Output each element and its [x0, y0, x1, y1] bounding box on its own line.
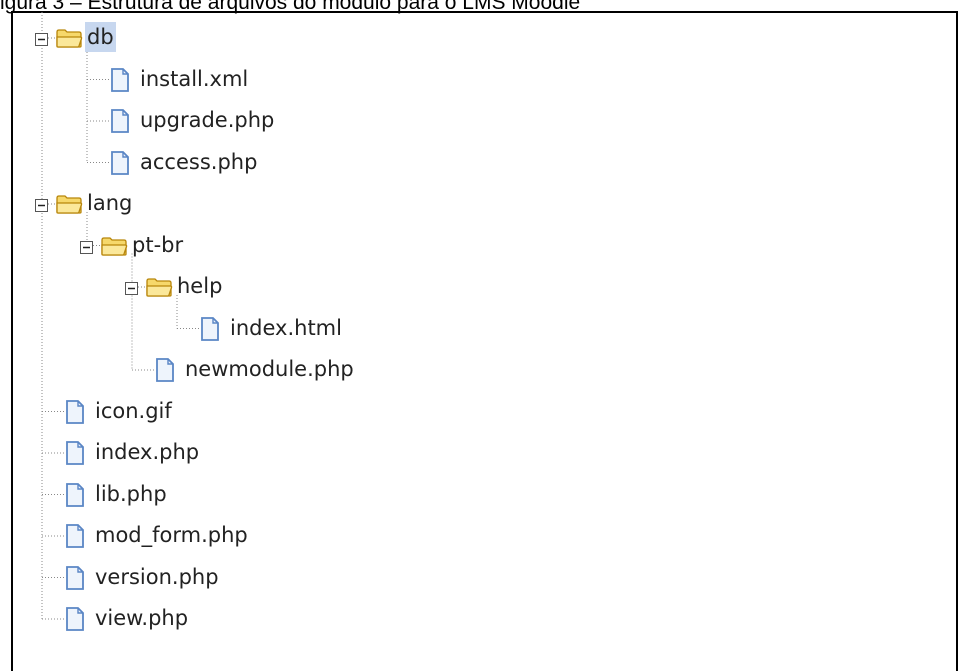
file-label: install.xml	[140, 66, 249, 91]
tree-folder-row[interactable]: help	[0, 269, 959, 305]
tree-folder-row[interactable]: pt-br	[0, 228, 959, 264]
tree-file-row[interactable]: view.php	[0, 601, 959, 637]
folder-label: db	[85, 22, 116, 52]
file-icon	[64, 523, 86, 553]
folder-open-icon	[55, 193, 83, 219]
tree-file-row[interactable]: access.php	[0, 145, 959, 181]
file-label: access.php	[140, 149, 258, 174]
collapse-toggle-icon[interactable]	[80, 239, 93, 258]
file-icon	[109, 108, 131, 138]
tree-file-row[interactable]: install.xml	[0, 62, 959, 98]
file-label: icon.gif	[95, 398, 172, 423]
file-icon	[199, 316, 221, 346]
folder-open-icon	[100, 235, 128, 261]
file-icon	[64, 399, 86, 429]
tree-file-row[interactable]: index.html	[0, 311, 959, 347]
file-label: newmodule.php	[185, 357, 354, 381]
folder-label: help	[177, 274, 223, 298]
file-icon	[64, 482, 86, 512]
file-label: index.html	[230, 315, 342, 340]
file-tree: db install.xml upgrade.php access.php la…	[0, 0, 959, 651]
file-label: lib.php	[95, 481, 167, 506]
file-icon	[64, 565, 86, 595]
file-label: index.php	[95, 440, 200, 464]
tree-file-row[interactable]: newmodule.php	[0, 352, 959, 388]
file-icon	[64, 606, 86, 636]
file-label: upgrade.php	[140, 108, 275, 132]
tree-folder-row[interactable]: db	[0, 20, 959, 56]
file-icon	[64, 440, 86, 470]
tree-file-row[interactable]: mod_form.php	[0, 518, 959, 554]
file-icon	[109, 67, 131, 97]
folder-open-icon	[55, 27, 83, 53]
tree-file-row[interactable]: version.php	[0, 560, 959, 596]
tree-folder-row[interactable]: lang	[0, 186, 959, 222]
collapse-toggle-icon[interactable]	[125, 280, 138, 299]
collapse-toggle-icon[interactable]	[35, 31, 48, 50]
file-label: mod_form.php	[95, 523, 248, 547]
collapse-toggle-icon[interactable]	[35, 197, 48, 216]
file-label: version.php	[95, 564, 219, 589]
folder-label: lang	[87, 191, 133, 215]
tree-file-row[interactable]: icon.gif	[0, 394, 959, 430]
file-icon	[154, 357, 176, 387]
folder-label: pt-br	[132, 232, 184, 257]
file-icon	[109, 150, 131, 180]
tree-file-row[interactable]: upgrade.php	[0, 103, 959, 139]
file-label: view.php	[95, 606, 189, 630]
tree-file-row[interactable]: index.php	[0, 435, 959, 471]
folder-open-icon	[145, 276, 173, 302]
tree-file-row[interactable]: lib.php	[0, 477, 959, 513]
